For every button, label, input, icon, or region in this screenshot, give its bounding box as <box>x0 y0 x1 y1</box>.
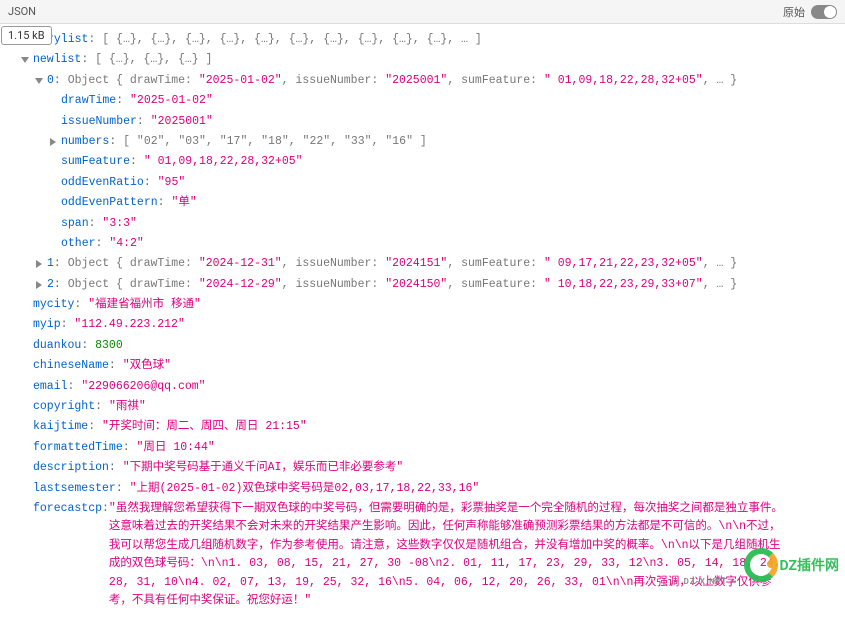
tree-row[interactable]: other"4:2" <box>6 234 845 254</box>
tree-row[interactable]: email"229066206@qq.com" <box>6 377 845 397</box>
tree-row[interactable]: myip"112.49.223.212" <box>6 315 845 335</box>
tree-row-newlist-0[interactable]: 0Object { drawTime: "2025-01-02", issueN… <box>6 71 845 91</box>
tree-row[interactable]: description"下期中奖号码基于通义千问AI，娱乐而已非必要参考" <box>6 458 845 478</box>
tree-row[interactable]: sumFeature" 01,09,18,22,28,32+05" <box>6 152 845 172</box>
tree-row-newlist-1[interactable]: 1Object { drawTime: "2024-12-31", issueN… <box>6 254 845 274</box>
twisty-right-icon[interactable] <box>34 259 44 269</box>
value-preview: [ {…}, {…}, {…} ] <box>95 53 212 66</box>
size-badge: 1.15 kB <box>1 26 52 45</box>
key: rylist <box>47 33 102 46</box>
tree-row-rylist[interactable]: rylist[ {…}, {…}, {…}, {…}, {…}, {…}, {…… <box>6 30 845 50</box>
twisty-right-icon[interactable] <box>34 280 44 290</box>
twisty-down-icon[interactable] <box>20 55 30 65</box>
tree-row[interactable]: formattedTime"周日 10:44" <box>6 438 845 458</box>
tree-row[interactable]: span"3:3" <box>6 214 845 234</box>
tree-row[interactable]: duankou8300 <box>6 336 845 356</box>
twisty-down-icon[interactable] <box>34 76 44 86</box>
tree-row[interactable]: mycity"福建省福州市 移通" <box>6 295 845 315</box>
tree-row[interactable]: oddEvenRatio"95" <box>6 173 845 193</box>
forecastcp-value: "虽然我理解您希望获得下一期双色球的中奖号码，但需要明确的是，彩票抽奖是一个完全… <box>109 500 789 610</box>
tree-row-forecastcp[interactable]: forecastcp "虽然我理解您希望获得下一期双色球的中奖号码，但需要明确的… <box>6 499 845 611</box>
tree-row-newlist[interactable]: newlist[ {…}, {…}, {…} ] <box>6 50 845 70</box>
tab-json[interactable]: JSON <box>8 5 36 18</box>
tree-row[interactable]: oddEvenPattern"单" <box>6 193 845 213</box>
tree-row[interactable]: drawTime"2025-01-02" <box>6 91 845 111</box>
tree-row-newlist-2[interactable]: 2Object { drawTime: "2024-12-29", issueN… <box>6 275 845 295</box>
twisty-right-icon[interactable] <box>48 137 58 147</box>
tree-row-numbers[interactable]: numbers[ "02", "03", "17", "18", "22", "… <box>6 132 845 152</box>
tree-row[interactable]: issueNumber"2025001" <box>6 112 845 132</box>
tree-row[interactable]: copyright"雨祺" <box>6 397 845 417</box>
tree-row[interactable]: lastsemester"上期(2025-01-02)双色球中奖号码是02,03… <box>6 479 845 499</box>
toolbar: JSON 原始 <box>0 0 845 24</box>
raw-toggle[interactable] <box>811 5 837 19</box>
key: newlist <box>33 53 95 66</box>
value-preview: [ {…}, {…}, {…}, {…}, {…}, {…}, {…}, {…}… <box>102 33 482 46</box>
json-tree: rylist[ {…}, {…}, {…}, {…}, {…}, {…}, {…… <box>0 24 845 617</box>
raw-label: 原始 <box>783 4 805 20</box>
tree-row[interactable]: chineseName"双色球" <box>6 356 845 376</box>
tree-row[interactable]: kaijtime"开奖时间：周二、周四、周日 21:15" <box>6 417 845 437</box>
key: 0 <box>47 74 68 87</box>
